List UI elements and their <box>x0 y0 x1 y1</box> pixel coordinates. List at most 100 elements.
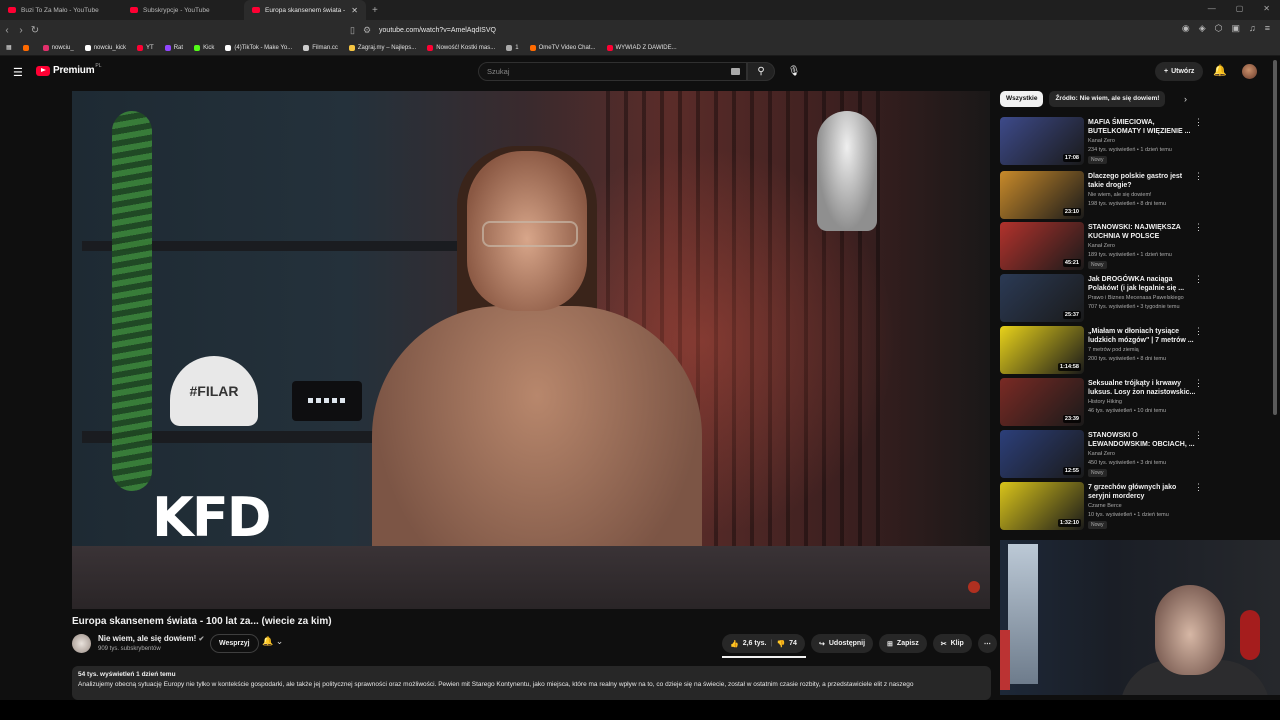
more-options-icon[interactable]: ⋮ <box>1194 222 1203 233</box>
extension-icon[interactable]: ⬡ <box>1215 23 1223 34</box>
bookmark-item[interactable]: nowciu_ <box>42 44 74 51</box>
more-actions-button[interactable]: ⋯ <box>977 634 997 653</box>
recommended-title[interactable]: 7 grzechów głównych jako seryjni morderc… <box>1088 483 1196 501</box>
reload-icon[interactable]: ↻ <box>28 25 42 36</box>
more-options-icon[interactable]: ⋮ <box>1194 274 1203 285</box>
youtube-logo[interactable]: Premium PL <box>36 63 102 76</box>
recommended-channel[interactable]: History Hiking <box>1088 399 1122 405</box>
video-thumbnail[interactable]: 17:08 <box>1000 117 1084 165</box>
video-thumbnail[interactable]: 1:14:58 <box>1000 326 1084 374</box>
video-thumbnail[interactable]: 45:21 <box>1000 222 1084 270</box>
more-options-icon[interactable]: ⋮ <box>1194 482 1203 493</box>
bookmark-item[interactable]: Nowość! Kostki mas... <box>427 44 495 51</box>
channel-avatar[interactable] <box>72 634 91 653</box>
more-options-icon[interactable]: ⋮ <box>1194 171 1203 182</box>
recommended-channel[interactable]: Prawo i Biznes Mecenasa Pawelskiego <box>1088 295 1184 301</box>
music-icon[interactable]: ♫ <box>1249 23 1256 34</box>
back-icon[interactable]: ‹ <box>0 25 14 36</box>
bookmark-item[interactable]: Kick <box>194 44 214 51</box>
bookmark-item[interactable]: 1 <box>506 44 519 51</box>
recommended-channel[interactable]: Kanał Zero <box>1088 138 1115 144</box>
bookmark-item[interactable] <box>22 44 32 51</box>
apps-grid-icon[interactable]: ▦ <box>6 44 12 51</box>
recommended-title[interactable]: MAFIA ŚMIECIOWA, BUTELKOMATY I WIĘZIENIE… <box>1088 118 1196 136</box>
bookmark-item[interactable]: Filman.cc <box>303 44 338 51</box>
close-tab-icon[interactable]: ✕ <box>351 6 358 15</box>
channel-watermark-icon[interactable] <box>968 581 980 593</box>
chevron-right-icon[interactable]: › <box>1184 94 1187 104</box>
recommended-channel[interactable]: Czarne Berce <box>1088 503 1122 509</box>
thumbs-down-icon[interactable]: 👎 <box>776 640 785 648</box>
address-bar[interactable]: ▯ ⚙ youtube.com/watch?v=AmelAqdISVQ <box>350 22 910 38</box>
bookmark-item[interactable]: WYWIAD Z DAWIDE... <box>606 44 677 51</box>
chip-all[interactable]: Wszystkie <box>1000 91 1044 107</box>
recommended-title[interactable]: Dlaczego polskie gastro jest takie drogi… <box>1088 172 1196 190</box>
create-button[interactable]: + Utwórz <box>1155 62 1204 81</box>
recommended-video[interactable]: 45:21 STANOWSKI: NAJWIĘKSZA KUCHNIA W POL… <box>1000 222 1210 272</box>
video-thumbnail[interactable]: 23:10 <box>1000 171 1084 219</box>
voice-search-button[interactable]: 🎙 <box>784 62 804 81</box>
recommended-video[interactable]: 1:32:10 7 grzechów głównych jako seryjni … <box>1000 482 1210 532</box>
recommended-video[interactable]: 12:55 STANOWSKI O LEWANDOWSKIM: OBCIACH, … <box>1000 430 1210 480</box>
video-thumbnail[interactable]: 12:55 <box>1000 430 1084 478</box>
subscription-bell-icon[interactable]: 🔔 ⌄ <box>262 636 283 647</box>
maximize-icon[interactable]: ▢ <box>1236 4 1244 13</box>
keyboard-icon[interactable] <box>731 68 740 75</box>
browser-tab-1[interactable]: Buzi To Za Mało - YouTube <box>0 0 122 20</box>
channel-name[interactable]: Nie wiem, ale się dowiem! ✔ <box>98 634 204 643</box>
bookmark-item[interactable]: nowciu_kick <box>84 44 126 51</box>
recommended-title[interactable]: Jak DROGÓWKA naciąga Polaków! (i jak leg… <box>1088 275 1196 293</box>
recommended-title[interactable]: „Miałam w dłoniach tysiące ludzkich mózg… <box>1088 327 1196 345</box>
clip-button[interactable]: ✂ Klip <box>932 634 972 653</box>
recommended-video[interactable]: 23:10 Dlaczego polskie gastro jest takie … <box>1000 171 1210 221</box>
search-button[interactable]: ⚲ <box>747 62 775 81</box>
bookmark-item[interactable]: (4)TikTok - Make Yo... <box>225 44 292 51</box>
search-input[interactable]: Szukaj <box>478 62 747 81</box>
more-options-icon[interactable]: ⋮ <box>1194 430 1203 441</box>
hamburger-menu-icon[interactable]: ☰ <box>13 66 23 79</box>
recommended-video[interactable]: 23:39 Seksualne trójkąty i krwawy luksus.… <box>1000 378 1210 428</box>
share-button[interactable]: ↪ Udostępnij <box>811 634 874 653</box>
recommended-channel[interactable]: Kanał Zero <box>1088 243 1115 249</box>
new-tab-icon[interactable]: + <box>372 5 378 16</box>
page-scrollbar[interactable] <box>1273 60 1277 415</box>
extension-icon[interactable]: ◉ <box>1182 23 1190 34</box>
chip-source[interactable]: Źródło: Nie wiem, ale się dowiem! <box>1049 91 1166 107</box>
video-player[interactable]: #FILAR KFD <box>72 91 990 609</box>
browser-tab-2[interactable]: Subskrypcje - YouTube <box>122 0 244 20</box>
recommended-video[interactable]: 17:08 MAFIA ŚMIECIOWA, BUTELKOMATY I WIĘZ… <box>1000 117 1210 167</box>
extension-icon[interactable]: ◈ <box>1199 23 1206 34</box>
recommended-title[interactable]: Seksualne trójkąty i krwawy luksus. Losy… <box>1088 379 1196 397</box>
menu-icon[interactable]: ≡ <box>1265 23 1270 34</box>
bookmark-item[interactable]: OmeTV Video Chat... <box>529 44 596 51</box>
close-window-icon[interactable]: ✕ <box>1263 4 1270 13</box>
bookmark-item[interactable]: Rat <box>164 44 183 51</box>
recommended-channel[interactable]: Kanał Zero <box>1088 451 1115 457</box>
recommended-video[interactable]: 25:37 Jak DROGÓWKA naciąga Polaków! (i ja… <box>1000 274 1210 324</box>
more-options-icon[interactable]: ⋮ <box>1194 117 1203 128</box>
save-button[interactable]: ⊞ Zapisz <box>879 634 927 653</box>
recommended-title[interactable]: STANOWSKI O LEWANDOWSKIM: OBCIACH, ... <box>1088 431 1196 449</box>
video-thumbnail[interactable]: 25:37 <box>1000 274 1084 322</box>
site-info-icon[interactable]: ⚙ <box>363 25 371 36</box>
recommended-title[interactable]: STANOWSKI: NAJWIĘKSZA KUCHNIA W POLSCE <box>1088 223 1196 241</box>
forward-icon[interactable]: › <box>14 25 28 36</box>
browser-tab-3[interactable]: Europa skansenem świata - ✕ <box>244 0 366 20</box>
support-button[interactable]: Wesprzyj <box>210 634 259 653</box>
notifications-bell-icon[interactable]: 🔔 <box>1213 64 1227 77</box>
video-thumbnail[interactable]: 1:32:10 <box>1000 482 1084 530</box>
bookmark-icon[interactable]: ▯ <box>350 25 355 36</box>
description-box[interactable]: 54 tys. wyświetleń 1 dzień temu Analizuj… <box>72 666 991 700</box>
extension-icon[interactable]: ▣ <box>1231 23 1240 34</box>
recommended-video[interactable]: 1:14:58 „Miałam w dłoniach tysiące ludzki… <box>1000 326 1210 376</box>
minimize-icon[interactable]: — <box>1208 4 1216 13</box>
more-options-icon[interactable]: ⋮ <box>1194 326 1203 337</box>
bookmark-item[interactable]: YT <box>137 44 154 51</box>
like-button[interactable]: 👍 2,6 tys. | 👎 74 <box>722 634 805 653</box>
more-options-icon[interactable]: ⋮ <box>1194 378 1203 389</box>
account-avatar[interactable] <box>1242 64 1257 79</box>
recommended-channel[interactable]: 7 metrów pod ziemią <box>1088 347 1139 353</box>
bookmark-item[interactable]: Zagraj.my – Najleps... <box>348 44 416 51</box>
recommended-channel[interactable]: Nie wiem, ale się dowiem! <box>1088 192 1152 198</box>
video-thumbnail[interactable]: 23:39 <box>1000 378 1084 426</box>
